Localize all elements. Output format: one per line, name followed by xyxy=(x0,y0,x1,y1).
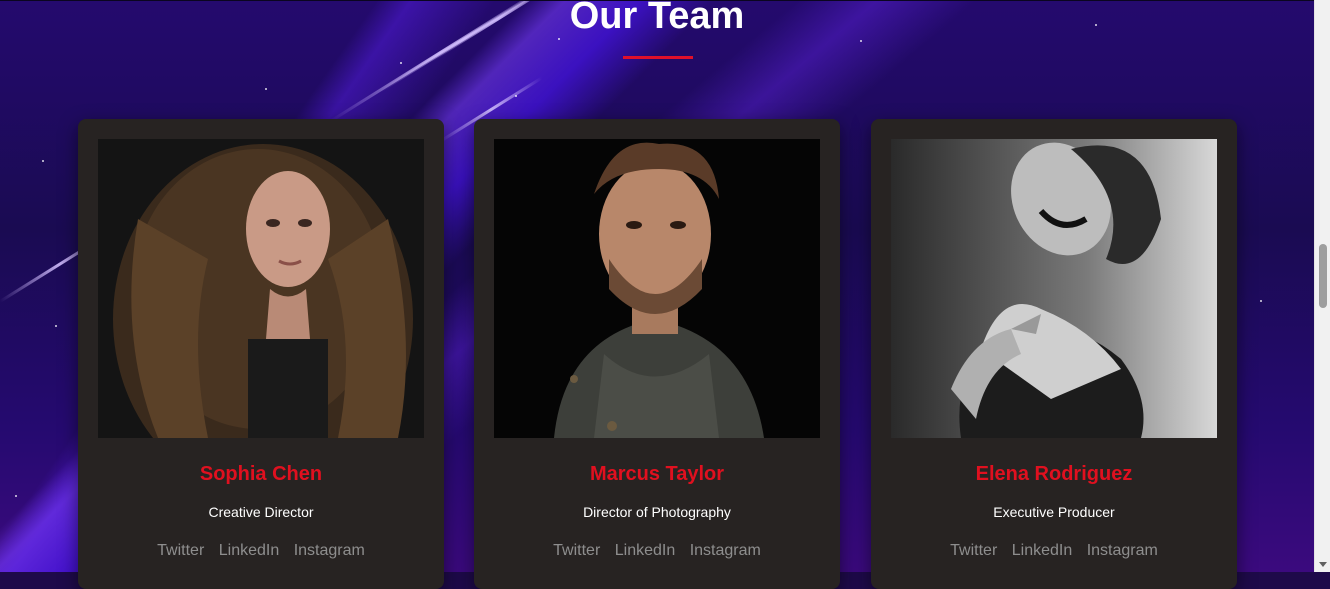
member-name: Sophia Chen xyxy=(199,463,323,485)
social-links: Twitter LinkedIn Instagram xyxy=(78,542,444,560)
member-role: Executive Producer xyxy=(993,504,1115,520)
title-underline xyxy=(623,56,693,59)
linkedin-link[interactable]: LinkedIn xyxy=(1012,542,1073,559)
section-title: Our Team xyxy=(569,0,745,37)
twitter-link[interactable]: Twitter xyxy=(950,542,997,559)
member-name: Elena Rodriguez xyxy=(975,463,1133,485)
member-photo xyxy=(494,139,820,438)
member-name: Marcus Taylor xyxy=(589,463,725,485)
linkedin-link[interactable]: LinkedIn xyxy=(219,542,280,559)
scroll-down-arrow-icon[interactable] xyxy=(1319,562,1327,567)
team-card: Marcus Taylor Director of Photography Tw… xyxy=(474,119,840,589)
social-links: Twitter LinkedIn Instagram xyxy=(871,542,1237,560)
twitter-link[interactable]: Twitter xyxy=(157,542,204,559)
vertical-scrollbar[interactable] xyxy=(1314,0,1330,572)
member-photo xyxy=(98,139,424,438)
team-card: Elena Rodriguez Executive Producer Twitt… xyxy=(871,119,1237,589)
member-photo xyxy=(891,139,1217,438)
social-links: Twitter LinkedIn Instagram xyxy=(474,542,840,560)
member-role: Creative Director xyxy=(208,504,314,520)
linkedin-link[interactable]: LinkedIn xyxy=(615,542,676,559)
instagram-link[interactable]: Instagram xyxy=(1087,542,1158,559)
instagram-link[interactable]: Instagram xyxy=(294,542,365,559)
member-role: Director of Photography xyxy=(583,504,731,520)
twitter-link[interactable]: Twitter xyxy=(553,542,600,559)
instagram-link[interactable]: Instagram xyxy=(690,542,761,559)
scrollbar-thumb[interactable] xyxy=(1319,244,1327,308)
team-card: Sophia Chen Creative Director Twitter Li… xyxy=(78,119,444,589)
